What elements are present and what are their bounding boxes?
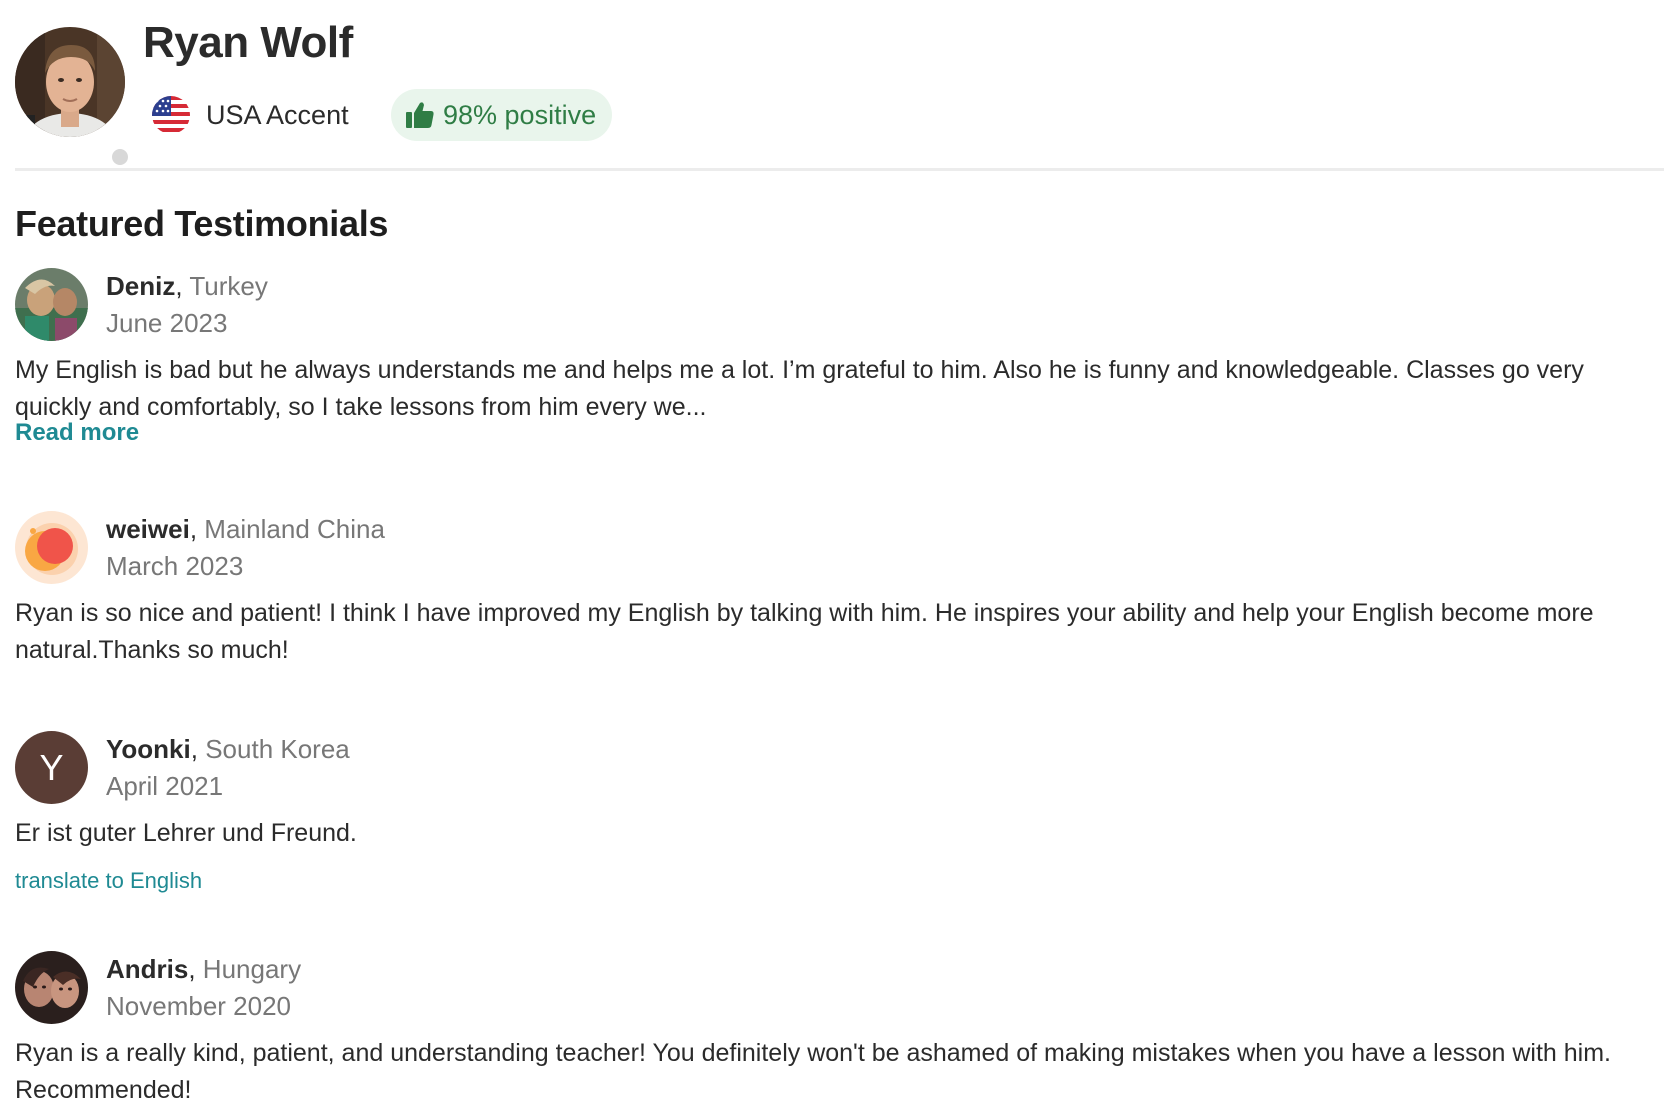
reviewer-illustration — [15, 511, 88, 584]
reviewer-name: Andris — [106, 954, 189, 984]
read-more-link[interactable]: Read more — [15, 419, 139, 447]
reviewer-avatar — [15, 268, 88, 341]
review-text: My English is bad but he always understa… — [15, 356, 1584, 421]
header-divider — [15, 168, 1664, 171]
reviewer-name: weiwei — [106, 514, 190, 544]
teacher-avatar[interactable] — [15, 27, 131, 168]
reviewer-info: Deniz, Turkey — [106, 271, 268, 301]
reviewer-info: Andris, Hungary — [106, 954, 302, 984]
reviewer-info: weiwei, Mainland China — [106, 514, 385, 544]
status-dot — [109, 146, 131, 168]
reviewer-info: Yoonki, South Korea — [106, 734, 350, 764]
reviewer-photo — [15, 951, 88, 1024]
review-date: April 2021 — [106, 771, 224, 801]
accent-label: USA Accent — [206, 99, 349, 130]
reviewer-country: South Korea — [205, 734, 350, 764]
teacher-profile-page: Ryan Wolf USA Accent 98% positive Featur… — [0, 0, 1664, 1117]
us-flag-icon — [152, 96, 190, 134]
reviewer-country: Turkey — [189, 271, 268, 301]
translate-link[interactable]: translate to English — [15, 868, 202, 894]
reviewer-name: Deniz — [106, 271, 176, 301]
review-date: November 2020 — [106, 991, 291, 1021]
review-text: Ryan is so nice and patient! I think I h… — [15, 599, 1594, 664]
reviewer-photo — [15, 268, 88, 341]
reviewer-name: Yoonki — [106, 734, 191, 764]
profile-header: Ryan Wolf USA Accent 98% positive — [15, 0, 1664, 172]
accent-info: USA Accent — [152, 92, 349, 138]
teacher-photo — [15, 27, 125, 137]
positive-rating-label: 98% positive — [443, 99, 597, 130]
teacher-name: Ryan Wolf — [143, 18, 353, 67]
review-date: June 2023 — [106, 308, 228, 338]
section-title: Featured Testimonials — [15, 203, 389, 244]
reviewer-avatar — [15, 951, 88, 1024]
reviewer-country: Mainland China — [204, 514, 385, 544]
reviewer-avatar: Y — [15, 731, 88, 804]
review-text: Ryan is a really kind, patient, and unde… — [15, 1039, 1611, 1104]
reviewer-country: Hungary — [202, 954, 302, 984]
review-text: Er ist guter Lehrer und Freund. — [15, 819, 357, 847]
review-date: March 2023 — [106, 551, 244, 581]
reviewer-avatar — [15, 511, 88, 584]
thumbs-up-icon — [406, 102, 434, 128]
positive-rating-badge: 98% positive — [391, 89, 613, 141]
